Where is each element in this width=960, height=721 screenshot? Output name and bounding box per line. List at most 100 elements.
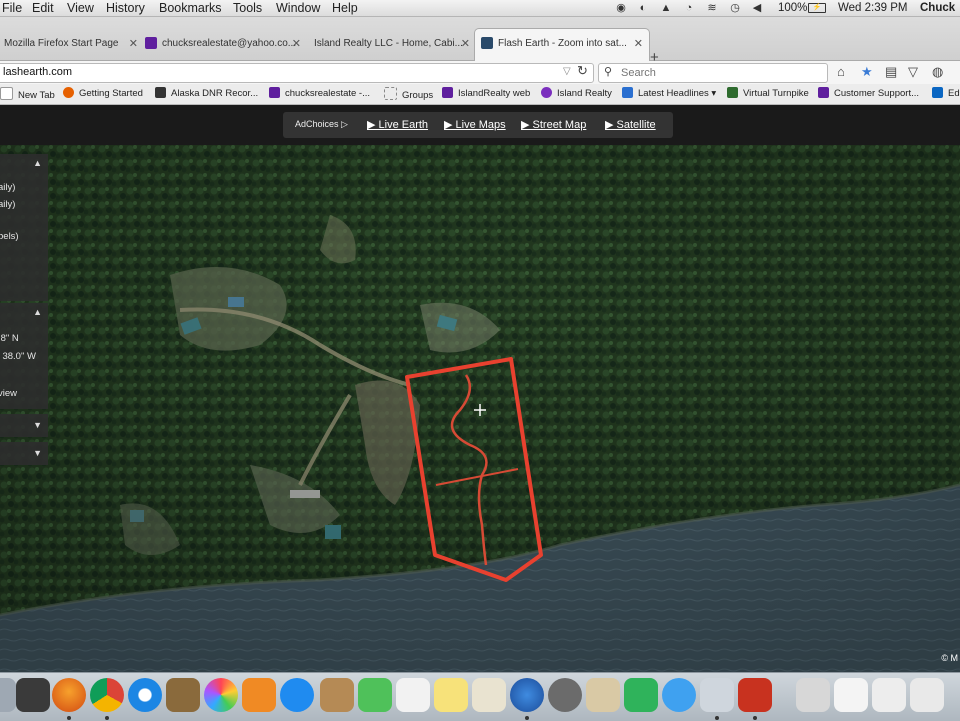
- menu-edit[interactable]: Edit: [32, 0, 54, 16]
- tab-firefox-start[interactable]: Mozilla Firefox Start Page ✕: [0, 30, 144, 58]
- layer-option[interactable]: aily): [0, 199, 15, 210]
- facetime-icon[interactable]: [358, 678, 392, 712]
- close-icon[interactable]: ✕: [461, 30, 470, 58]
- dropdown-icon[interactable]: ▽: [563, 65, 571, 79]
- system-preferences-icon[interactable]: [700, 678, 734, 712]
- google-earth-icon[interactable]: [510, 678, 544, 712]
- bookmark-virtual-turnpike[interactable]: Virtual Turnpike: [727, 87, 809, 101]
- contacts-icon[interactable]: [320, 678, 354, 712]
- tab-island-realty[interactable]: Island Realty LLC - Home, Cabi... ✕: [310, 30, 476, 58]
- close-icon[interactable]: ✕: [634, 29, 643, 59]
- bookmark-label: Groups: [402, 90, 434, 101]
- menu-window[interactable]: Window: [276, 0, 320, 16]
- camera-app-icon[interactable]: [548, 678, 582, 712]
- timemachine-icon[interactable]: ◔: [683, 2, 695, 14]
- bookmark-customer-support[interactable]: Customer Support...: [818, 87, 919, 101]
- bookmark-chucksrealestate[interactable]: chucksrealestate -...: [269, 87, 370, 101]
- app-store-icon[interactable]: [280, 678, 314, 712]
- reminders-icon[interactable]: [396, 678, 430, 712]
- safari-icon[interactable]: [128, 678, 162, 712]
- bookmark-ed[interactable]: Ed: [932, 87, 960, 101]
- menu-bookmarks[interactable]: Bookmarks: [159, 0, 222, 16]
- clock-icon[interactable]: ◷: [729, 2, 741, 14]
- url-text[interactable]: lashearth.com: [3, 66, 72, 78]
- satellite-link[interactable]: ▶ Satellite: [605, 118, 656, 131]
- bookmark-label: New Tab: [18, 90, 55, 101]
- notes-icon[interactable]: [434, 678, 468, 712]
- tab-label: Flash Earth - Zoom into sat...: [498, 38, 627, 49]
- numbers-icon[interactable]: [624, 678, 658, 712]
- layer-option[interactable]: bels): [0, 231, 19, 242]
- collapse-up-icon[interactable]: ▲: [33, 158, 42, 168]
- battery-icon[interactable]: ⚡: [808, 3, 826, 13]
- documents-stack-icon[interactable]: [796, 678, 830, 712]
- ibooks-icon[interactable]: [242, 678, 276, 712]
- extension-icon[interactable]: ◍: [932, 65, 943, 79]
- bookmark-getting-started[interactable]: Getting Started: [63, 87, 143, 101]
- menu-file[interactable]: File: [2, 0, 22, 16]
- satellite-imagery[interactable]: [0, 145, 960, 672]
- firefox-icon[interactable]: [52, 678, 86, 712]
- collapsed-panel[interactable]: ▼: [0, 442, 48, 465]
- tab-yahoo-mail[interactable]: chucksrealestate@yahoo.co... ✕: [141, 30, 307, 58]
- yahoo-icon: [442, 87, 453, 98]
- bookmark-alaska-dnr[interactable]: Alaska DNR Recor...: [155, 87, 258, 101]
- menu-help[interactable]: Help: [332, 0, 358, 16]
- street-map-link[interactable]: ▶ Street Map: [521, 118, 586, 131]
- pocket-icon[interactable]: ▽: [908, 65, 918, 79]
- firefox-icon: [63, 87, 74, 98]
- spreadsheet-stack-icon[interactable]: [872, 678, 906, 712]
- menu-tools[interactable]: Tools: [233, 0, 262, 16]
- flash-earth-icon: [481, 37, 493, 50]
- reading-list-icon[interactable]: ▤: [885, 65, 897, 79]
- volume-icon[interactable]: ◀: [751, 2, 763, 14]
- url-bar[interactable]: lashearth.com ▽ ↻: [0, 63, 594, 83]
- close-icon[interactable]: ✕: [292, 30, 301, 58]
- layer-option[interactable]: aily): [0, 182, 15, 193]
- sync-icon[interactable]: ◐: [637, 2, 649, 14]
- yahoo-icon: [145, 37, 157, 50]
- home-icon[interactable]: ⌂: [837, 65, 845, 79]
- satellite-map[interactable]: ▲ aily) aily) bels) ▲ .8" N ' 38.0" W vi…: [0, 145, 960, 672]
- battery-percent: 100%: [778, 2, 808, 14]
- menubar-clock[interactable]: Wed 2:39 PM: [838, 0, 907, 16]
- wifi-icon[interactable]: ≋: [706, 2, 718, 14]
- eagle-app-icon[interactable]: [166, 678, 200, 712]
- acrobat-icon[interactable]: [738, 678, 772, 712]
- close-icon[interactable]: ✕: [129, 30, 138, 58]
- bookmark-groups[interactable]: Groups: [384, 87, 433, 103]
- bookmark-star-icon[interactable]: ★: [861, 65, 873, 79]
- collapse-up-icon[interactable]: ▲: [33, 307, 42, 317]
- bookmark-new-tab[interactable]: New Tab: [0, 87, 55, 103]
- downloads-stack-icon[interactable]: [834, 678, 868, 712]
- menu-view[interactable]: View: [67, 0, 94, 16]
- reload-icon[interactable]: ↻: [577, 64, 588, 78]
- live-maps-link[interactable]: ▶ Live Maps: [444, 118, 506, 131]
- pages-icon[interactable]: [586, 678, 620, 712]
- menubar-user[interactable]: Chuck: [920, 0, 955, 16]
- status-app-icon[interactable]: ◉: [615, 2, 627, 14]
- bookmark-label: Virtual Turnpike: [743, 88, 809, 99]
- files-stack-icon[interactable]: [910, 678, 944, 712]
- bookmark-islandrealty-web[interactable]: IslandRealty web: [442, 87, 530, 101]
- mission-control-icon[interactable]: [16, 678, 50, 712]
- finder-icon[interactable]: [0, 678, 16, 712]
- tab-flash-earth[interactable]: Flash Earth - Zoom into sat... ✕: [474, 28, 650, 61]
- adchoices-link[interactable]: AdChoices ▷: [295, 119, 348, 130]
- view-link[interactable]: view: [0, 388, 17, 399]
- live-earth-link[interactable]: ▶ Live Earth: [367, 118, 428, 131]
- photos-icon[interactable]: [204, 678, 238, 712]
- bell-icon[interactable]: ▲: [660, 2, 672, 14]
- expand-down-icon[interactable]: ▼: [33, 420, 42, 430]
- bookmark-island-realty[interactable]: Island Realty: [541, 87, 612, 101]
- preview-icon[interactable]: [472, 678, 506, 712]
- expand-down-icon[interactable]: ▼: [33, 448, 42, 458]
- search-input[interactable]: [619, 66, 823, 80]
- chrome-icon[interactable]: [90, 678, 124, 712]
- messages-icon[interactable]: [662, 678, 696, 712]
- bookmark-latest-headlines[interactable]: Latest Headlines ▾: [622, 87, 716, 101]
- collapsed-panel[interactable]: ▼: [0, 414, 48, 437]
- search-bar[interactable]: ⚲: [598, 63, 828, 83]
- menu-history[interactable]: History: [106, 0, 145, 16]
- navigation-bar: lashearth.com ▽ ↻ ⚲ ⌂ ★ ▤ ▽ ◍: [0, 61, 960, 84]
